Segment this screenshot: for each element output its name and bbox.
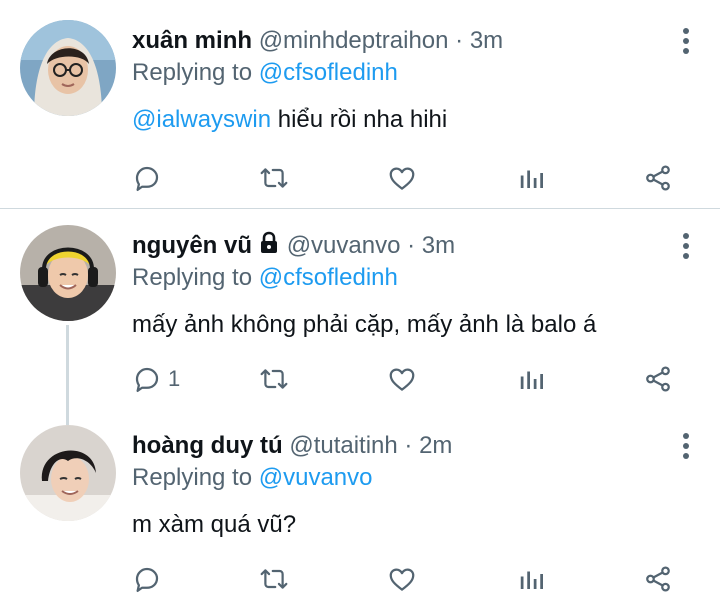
body-text: hiểu rồi nha hihi	[271, 106, 448, 133]
separator: ·	[448, 27, 470, 54]
analytics-button[interactable]	[517, 561, 547, 597]
replying-to-prefix: Replying to	[132, 59, 253, 86]
tweet-actions	[132, 561, 692, 597]
replying-to-prefix: Replying to	[132, 464, 253, 491]
reply-tweet-2[interactable]: nguyên vũ @vuvanvo · 3m Replying to @cfs…	[0, 209, 720, 425]
replying-to-mention[interactable]: @cfsofledinh	[259, 59, 398, 86]
replying-to-mention[interactable]: @vuvanvo	[259, 464, 373, 491]
reply-icon	[135, 367, 159, 392]
like-button[interactable]	[387, 561, 417, 597]
replying-to-mention[interactable]: @cfsofledinh	[259, 264, 398, 291]
replying-to: Replying to @vuvanvo	[132, 463, 373, 493]
more-icon[interactable]	[682, 233, 690, 259]
user-handle[interactable]: @minhdeptraihon	[259, 27, 449, 54]
analytics-button[interactable]	[517, 361, 547, 397]
separator: ·	[397, 432, 420, 459]
replying-to: Replying to @cfsofledinh	[132, 263, 398, 293]
reply-tweet-1[interactable]: xuân minh @minhdeptraihon · 3m Replying …	[0, 0, 720, 208]
display-name[interactable]: xuân minh	[132, 27, 252, 54]
share-button[interactable]	[642, 160, 674, 196]
more-icon[interactable]	[682, 28, 690, 54]
retweet-icon	[260, 369, 288, 389]
like-button[interactable]	[387, 160, 417, 196]
user-handle[interactable]: @tutaitinh	[289, 432, 397, 459]
replying-to: Replying to @cfsofledinh	[132, 58, 398, 88]
replying-to-prefix: Replying to	[132, 264, 253, 291]
retweet-button[interactable]	[258, 160, 290, 196]
timestamp[interactable]: 3m	[470, 27, 503, 54]
tweet-text: m xàm quá vũ?	[132, 511, 297, 538]
reply-tweet-3[interactable]: hoàng duy tú @tutaitinh · 2m Replying to…	[0, 409, 720, 609]
retweet-icon	[260, 168, 288, 188]
reply-icon	[135, 567, 159, 592]
separator: ·	[400, 232, 422, 259]
share-icon	[646, 566, 670, 592]
reply-icon	[135, 166, 159, 191]
analytics-icon	[520, 571, 543, 589]
analytics-button[interactable]	[517, 160, 547, 196]
share-icon	[646, 165, 670, 191]
tweet-actions	[132, 160, 692, 196]
retweet-button[interactable]	[258, 561, 290, 597]
lock-icon	[261, 231, 278, 253]
avatar[interactable]	[20, 225, 116, 321]
like-button[interactable]	[387, 361, 417, 397]
avatar[interactable]	[20, 20, 116, 116]
like-icon	[389, 167, 415, 190]
share-icon	[646, 366, 670, 392]
reply-count: 1	[168, 366, 181, 391]
timestamp[interactable]: 3m	[422, 232, 455, 259]
tweet-header: xuân minh @minhdeptraihon · 3m	[132, 26, 503, 56]
tweet-text: mấy ảnh không phải cặp, mấy ảnh là balo …	[132, 311, 597, 338]
tweet-header: nguyên vũ @vuvanvo · 3m	[132, 231, 455, 261]
tweet-text: @ialwayswin hiểu rồi nha hihi	[132, 104, 447, 136]
analytics-icon	[520, 170, 543, 188]
body-mention[interactable]: @ialwayswin	[132, 106, 271, 133]
more-icon[interactable]	[682, 433, 690, 459]
reply-button[interactable]	[132, 561, 168, 597]
retweet-button[interactable]	[258, 361, 290, 397]
display-name[interactable]: nguyên vũ	[132, 232, 252, 259]
share-button[interactable]	[642, 561, 674, 597]
user-handle[interactable]: @vuvanvo	[287, 232, 401, 259]
like-icon	[389, 568, 415, 591]
avatar[interactable]	[20, 425, 116, 521]
tweet-header: hoàng duy tú @tutaitinh · 2m	[132, 431, 452, 461]
tweet-actions: 1	[132, 361, 692, 397]
like-icon	[389, 368, 415, 391]
reply-button[interactable]	[132, 160, 168, 196]
timestamp[interactable]: 2m	[419, 432, 452, 459]
analytics-icon	[520, 371, 543, 389]
share-button[interactable]	[642, 361, 674, 397]
reply-button[interactable]: 1	[132, 361, 180, 397]
retweet-icon	[260, 569, 288, 589]
display-name[interactable]: hoàng duy tú	[132, 432, 283, 459]
